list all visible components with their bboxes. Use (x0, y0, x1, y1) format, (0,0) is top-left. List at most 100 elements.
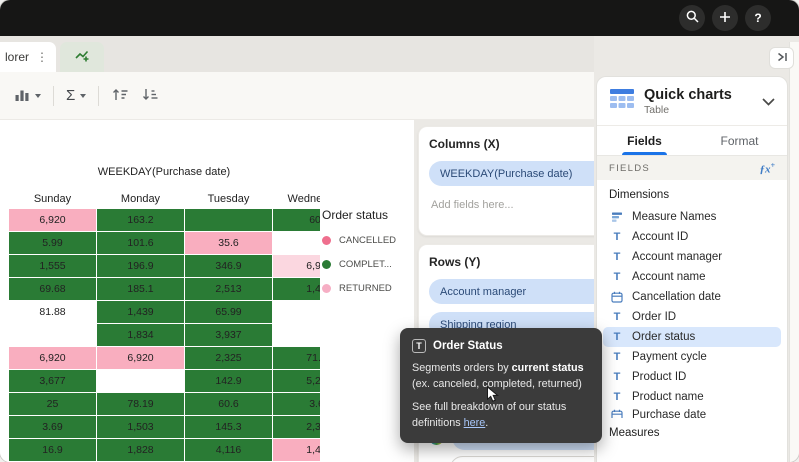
chart-type-button[interactable] (14, 87, 41, 105)
viz-row: 5.99101.635.6 (9, 231, 321, 254)
field-item-product-id[interactable]: TProduct ID (603, 367, 781, 387)
viz-cell[interactable]: 60.6 (185, 392, 273, 415)
pill-weekday-purchase-date[interactable]: WEEKDAY(Purchase date) (429, 161, 594, 186)
tooltip-definitions: See full breakdown of our status definit… (412, 400, 590, 431)
field-item-measure-names[interactable]: Measure Names (603, 207, 781, 227)
text-field-icon: T (610, 231, 624, 243)
app-body: lorer (0, 36, 799, 462)
viz-cell[interactable]: 101.6 (97, 231, 185, 254)
right-rail[interactable] (789, 42, 799, 462)
field-item-payment-cycle[interactable]: TPayment cycle (603, 347, 781, 367)
calendar-icon (610, 291, 624, 303)
shelf-title: Columns (X) (429, 137, 594, 151)
viz-cell[interactable] (273, 323, 321, 346)
top-bar: ? (0, 0, 799, 36)
field-label: Order ID (632, 311, 676, 323)
field-item-order-id[interactable]: T Order ID (603, 307, 781, 327)
viz-cell[interactable]: 196.9 (97, 254, 185, 277)
viz-cell[interactable]: 3,937 (185, 323, 273, 346)
viz-cell[interactable]: 2,513 (185, 277, 273, 300)
viz-cell[interactable]: 185.1 (97, 277, 185, 300)
tooltip-text: Segments orders by (412, 362, 512, 374)
viz-cell[interactable]: 5.99 (9, 231, 97, 254)
viz-cell[interactable]: 1,834 (97, 323, 185, 346)
viz-cell[interactable]: 16.9 (9, 438, 97, 461)
viz-cell[interactable]: 60. (273, 208, 321, 231)
viz-cell[interactable] (273, 231, 321, 254)
viz-cell[interactable]: 1,439 (97, 300, 185, 323)
add-fields-dropzone[interactable]: Add fields here... (429, 194, 594, 225)
viz-cell[interactable]: 25 (9, 392, 97, 415)
viz-cell[interactable]: 2,31 (273, 415, 321, 438)
viz-cell[interactable] (273, 300, 321, 323)
chevron-down-icon[interactable] (762, 93, 775, 111)
legend-item[interactable]: COMPLET... (322, 259, 396, 270)
plus-icon (719, 11, 731, 26)
add-button[interactable] (712, 5, 738, 31)
viz-cell[interactable]: 1,828 (97, 438, 185, 461)
tab-explorer[interactable]: lorer (0, 42, 56, 72)
viz-cell[interactable]: 346.9 (185, 254, 273, 277)
dimensions-label: Dimensions (597, 180, 787, 207)
help-button[interactable]: ? (745, 5, 771, 31)
add-calculated-field-button[interactable]: ƒx+ (759, 161, 775, 176)
tab-format[interactable]: Format (692, 126, 787, 155)
size-field-input[interactable] (450, 456, 594, 462)
viz-cell[interactable]: 6,920 (9, 346, 97, 369)
viz-cell[interactable]: 1,43 (273, 438, 321, 461)
field-item-account-name[interactable]: TAccount name (603, 267, 781, 287)
viz-cell[interactable]: 1,555 (9, 254, 97, 277)
viz-cell[interactable]: 142.9 (185, 369, 273, 392)
field-item-account-manager[interactable]: TAccount manager (603, 247, 781, 267)
panel-toggle-button[interactable] (769, 47, 794, 69)
sort-descending-button[interactable] (141, 87, 159, 105)
viz-cell[interactable]: 71.9 (273, 346, 321, 369)
viz-cell[interactable]: 3.6 (273, 392, 321, 415)
legend-item[interactable]: RETURNED (322, 283, 396, 294)
tab-new-chart[interactable] (60, 42, 104, 72)
viz-cell[interactable]: 3.69 (9, 415, 97, 438)
legend-item[interactable]: CANCELLED (322, 235, 396, 246)
field-item-purchase-date[interactable]: Purchase date (603, 407, 781, 418)
sort-descending-icon (141, 87, 159, 105)
viz-cell[interactable]: 145.3 (185, 415, 273, 438)
text-field-icon: T (610, 311, 624, 323)
viz-cell[interactable] (97, 369, 185, 392)
viz-cell[interactable]: 1,44 (273, 277, 321, 300)
viz-row: 69.68185.12,5131,44 (9, 277, 321, 300)
pill-account-manager[interactable]: Account manager (429, 279, 594, 304)
field-item-cancellation-date[interactable]: Cancellation date (603, 287, 781, 307)
viz-cell[interactable]: 65.99 (185, 300, 273, 323)
viz-cell[interactable]: 2,325 (185, 346, 273, 369)
viz-row: 3,677 142.95,21 (9, 369, 321, 392)
tooltip-text: . (485, 417, 488, 429)
sort-ascending-button[interactable] (111, 87, 129, 105)
viz-cell[interactable] (9, 323, 97, 346)
panel-header[interactable]: Quick charts Table (597, 77, 787, 125)
field-item-account-id[interactable]: TAccount ID (603, 227, 781, 247)
viz-cell[interactable]: 35.6 (185, 231, 273, 254)
viz-cell[interactable]: 1,503 (97, 415, 185, 438)
tab-fields[interactable]: Fields (597, 126, 692, 155)
legend-title: Order status (322, 208, 396, 222)
viz-cell[interactable]: 4,116 (185, 438, 273, 461)
viz-cell[interactable]: 6,92 (273, 254, 321, 277)
fx-icon: ƒx (759, 163, 770, 175)
viz-cell[interactable]: 69.68 (9, 277, 97, 300)
field-item-order-status[interactable]: TOrder status (603, 327, 781, 347)
viz-row: 2578.1960.63.6 (9, 392, 321, 415)
viz-cell[interactable]: 5,21 (273, 369, 321, 392)
field-item-product-name[interactable]: TProduct name (603, 387, 781, 407)
aggregate-button[interactable]: Σ (66, 87, 86, 104)
tab-menu-icon[interactable] (36, 50, 48, 64)
viz-cell[interactable] (185, 208, 273, 231)
viz-cell[interactable]: 6,920 (97, 346, 185, 369)
viz-cell[interactable]: 81.88 (9, 300, 97, 323)
search-button[interactable] (679, 5, 705, 31)
viz-cell[interactable]: 163.2 (97, 208, 185, 231)
question-mark-icon: ? (754, 11, 761, 25)
viz-cell[interactable]: 3,677 (9, 369, 97, 392)
here-link[interactable]: here (464, 417, 486, 429)
viz-cell[interactable]: 6,920 (9, 208, 97, 231)
viz-cell[interactable]: 78.19 (97, 392, 185, 415)
